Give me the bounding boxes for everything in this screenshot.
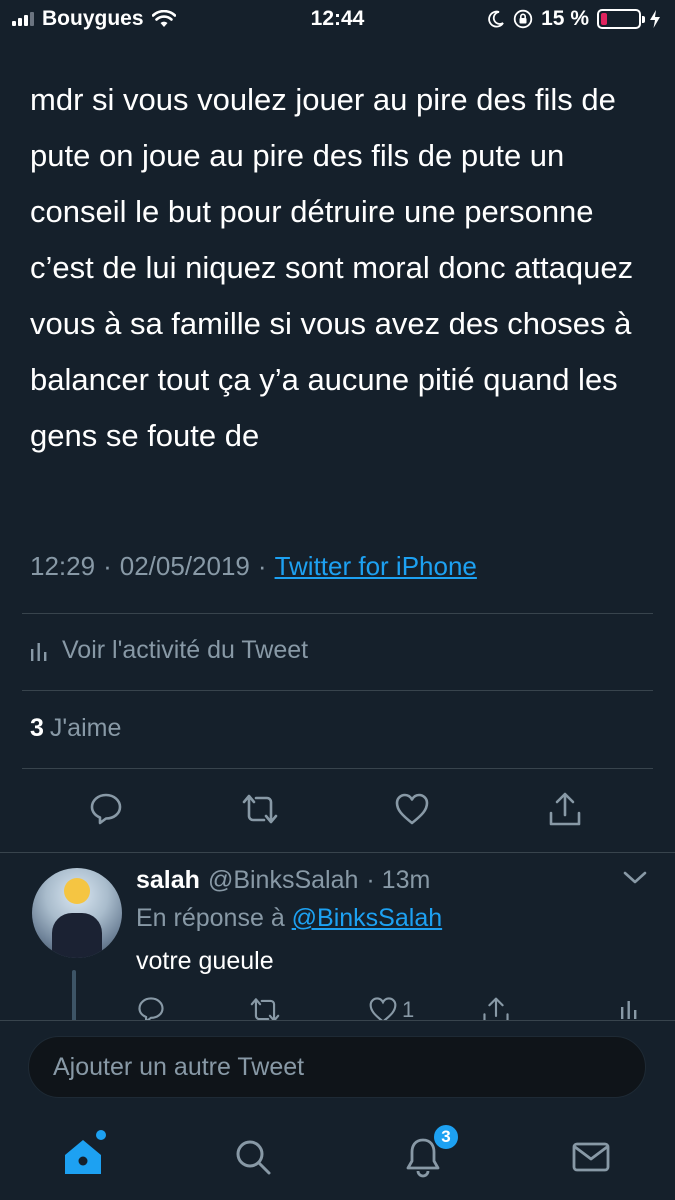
like-count: 3	[30, 714, 44, 742]
home-new-dot	[96, 1130, 106, 1140]
analytics-icon	[621, 1001, 637, 1019]
search-icon	[236, 1140, 271, 1175]
tweet-client-link[interactable]: Twitter for iPhone	[275, 551, 477, 582]
mail-icon	[572, 1142, 610, 1172]
reply-like-count: 1	[402, 997, 415, 1022]
divider	[22, 768, 653, 769]
home-icon	[65, 1140, 101, 1174]
chevron-down-icon	[623, 871, 647, 884]
avatar[interactable]	[32, 868, 122, 958]
reply-text: votre gueule	[136, 947, 274, 975]
reply-separator	[0, 852, 675, 853]
status-bar: Bouygues 12:44 15 %	[0, 0, 675, 38]
meta-separator: ·	[103, 551, 112, 581]
analytics-icon	[31, 642, 47, 661]
emoji-face-icon	[64, 878, 90, 904]
meta-separator-2: ·	[257, 551, 267, 581]
reply-author-name[interactable]: salah	[136, 866, 200, 895]
tweet-actions	[0, 785, 675, 835]
status-right: 15 %	[487, 7, 661, 31]
reply-prefix: En réponse à	[136, 904, 285, 932]
tweet-date: 02/05/2019	[119, 551, 250, 581]
likes-summary[interactable]: 3 J'aime	[30, 714, 121, 743]
reply-icon	[90, 793, 122, 825]
status-time: 12:44	[310, 7, 365, 30]
tweet-text: mdr si vous voulez jouer au pire des fil…	[30, 82, 634, 453]
tweet-meta: 12:29 · 02/05/2019 · Twitter for iPhone	[30, 551, 477, 582]
reply-actions: 1	[0, 992, 675, 1022]
heart-icon	[395, 793, 429, 825]
reply-reply-button[interactable]	[136, 996, 166, 1022]
battery-percent: 15 %	[541, 7, 589, 30]
divider	[22, 690, 653, 691]
carrier-name: Bouygues	[42, 7, 144, 30]
tab-search[interactable]	[228, 1132, 278, 1182]
moon-icon	[488, 10, 504, 28]
like-button[interactable]	[392, 789, 432, 829]
reply-menu-button[interactable]	[622, 870, 648, 891]
like-label: J'aime	[49, 714, 122, 742]
reply-mention-link[interactable]: @BinksSalah	[292, 904, 442, 932]
share-icon	[549, 792, 581, 826]
tweet-time: 12:29	[30, 551, 96, 581]
avatar-body	[52, 913, 102, 958]
status-left: Bouygues	[12, 7, 176, 31]
reply-age: · 13m	[366, 866, 431, 894]
reply-analytics-button[interactable]	[620, 996, 638, 1022]
add-tweet-placeholder: Ajouter un autre Tweet	[53, 1052, 305, 1081]
share-icon	[483, 997, 509, 1022]
notifications-badge: 3	[432, 1123, 460, 1151]
retweet-button[interactable]	[240, 789, 280, 829]
reply-like-button[interactable]: 1	[368, 996, 414, 1022]
reply-header: salah @BinksSalah · 13m	[136, 866, 430, 895]
battery-icon	[597, 9, 645, 29]
reply-retweet-button[interactable]	[248, 996, 282, 1022]
reply-share-button[interactable]	[482, 996, 510, 1022]
reply-context: En réponse à @BinksSalah	[136, 904, 442, 933]
reply-button[interactable]	[86, 789, 126, 829]
tweet-activity-button[interactable]: Voir l'activité du Tweet	[30, 636, 308, 665]
retweet-icon	[250, 998, 280, 1022]
wifi-icon	[151, 10, 176, 27]
divider	[22, 613, 653, 614]
heart-icon	[369, 997, 397, 1022]
share-button[interactable]	[545, 789, 585, 829]
rotation-lock-icon	[513, 9, 533, 29]
add-tweet-input[interactable]: Ajouter un autre Tweet	[28, 1036, 646, 1098]
tweet-activity-label: Voir l'activité du Tweet	[62, 636, 309, 664]
charging-icon	[650, 10, 660, 28]
tab-messages[interactable]	[566, 1132, 616, 1182]
reply-author-handle[interactable]: @BinksSalah	[208, 866, 358, 895]
reply-icon	[138, 997, 164, 1022]
signal-icon	[12, 12, 34, 26]
retweet-icon	[242, 794, 278, 824]
